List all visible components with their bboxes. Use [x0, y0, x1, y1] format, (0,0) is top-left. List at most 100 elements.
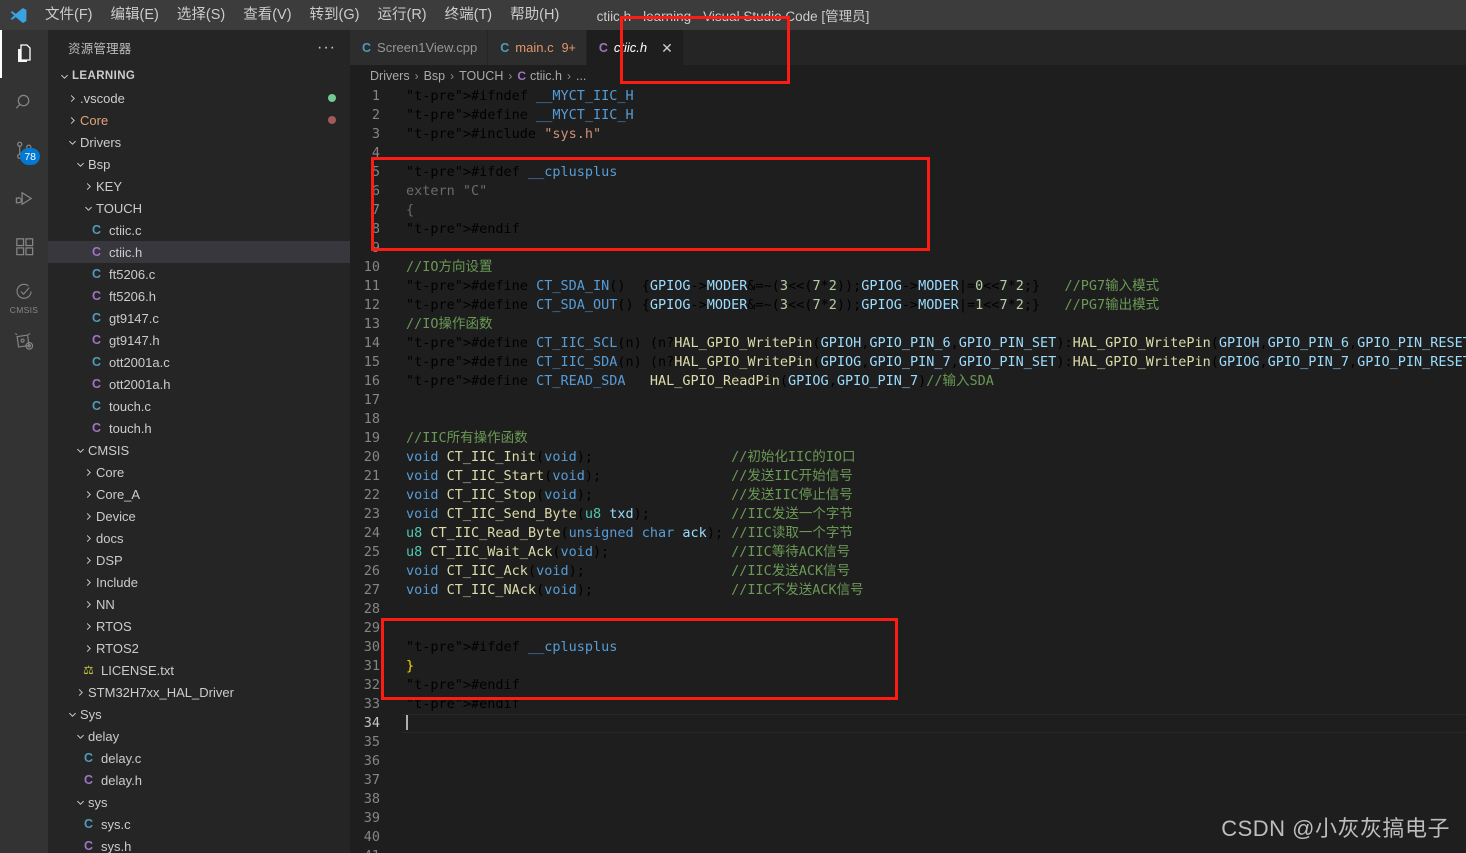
chevron-right-icon[interactable] [80, 621, 96, 632]
code-line[interactable]: //IO方向设置 [406, 258, 1466, 277]
tree-item-bsp[interactable]: Bsp [48, 153, 350, 175]
code-line[interactable]: "t-pre">#endif [406, 676, 1466, 695]
tree-item--vscode[interactable]: .vscode [48, 87, 350, 109]
tree-item-touch[interactable]: TOUCH [48, 197, 350, 219]
tree-item-core[interactable]: Core [48, 109, 350, 131]
tree-item-ctiic-h[interactable]: Cctiic.h [48, 241, 350, 263]
chevron-down-icon[interactable] [72, 797, 88, 808]
tree-item-cmsis[interactable]: CMSIS [48, 439, 350, 461]
code-line[interactable] [406, 410, 1466, 429]
chevron-right-icon[interactable] [72, 687, 88, 698]
breadcrumb-item[interactable]: TOUCH [459, 69, 503, 83]
tree-item-touch-c[interactable]: Ctouch.c [48, 395, 350, 417]
chevron-right-icon[interactable] [80, 555, 96, 566]
editor-scrollbar[interactable] [1452, 87, 1466, 853]
code-line[interactable] [406, 391, 1466, 410]
code-line[interactable] [406, 619, 1466, 638]
chevron-down-icon[interactable] [64, 709, 80, 720]
tree-item-license-txt[interactable]: ⚖LICENSE.txt [48, 659, 350, 681]
breadcrumb-item[interactable]: ... [576, 69, 586, 83]
chevron-right-icon[interactable] [80, 599, 96, 610]
tree-item-sys-c[interactable]: Csys.c [48, 813, 350, 835]
editor-tab-main-c[interactable]: Cmain.c9+ [488, 30, 587, 65]
code-line[interactable]: "t-pre">#ifdef __cplusplus [406, 163, 1466, 182]
code-line[interactable]: "t-pre">#define CT_IIC_SDA(n) (n?HAL_GPI… [406, 353, 1466, 372]
tree-item-ft5206-h[interactable]: Cft5206.h [48, 285, 350, 307]
tree-item-rtos2[interactable]: RTOS2 [48, 637, 350, 659]
code-line[interactable]: } [406, 657, 1466, 676]
code-line[interactable]: "t-pre">#endif [406, 220, 1466, 239]
tree-item-gt9147-h[interactable]: Cgt9147.h [48, 329, 350, 351]
tree-item-delay[interactable]: delay [48, 725, 350, 747]
tree-item-stm32h7xx-hal-driver[interactable]: STM32H7xx_HAL_Driver [48, 681, 350, 703]
code-line[interactable]: "t-pre">#define __MYCT_IIC_H [406, 106, 1466, 125]
tree-item-device[interactable]: Device [48, 505, 350, 527]
cmsis-icon[interactable]: CMSIS [0, 270, 48, 318]
tree-item-dsp[interactable]: DSP [48, 549, 350, 571]
tree-item-sys-h[interactable]: Csys.h [48, 835, 350, 853]
tree-item-drivers[interactable]: Drivers [48, 131, 350, 153]
code-line[interactable]: "t-pre">#define CT_READ_SDA HAL_GPIO_Rea… [406, 372, 1466, 391]
chevron-down-icon[interactable] [64, 137, 80, 148]
search-icon[interactable] [0, 78, 48, 126]
code-line[interactable]: void CT_IIC_Start(void); //发送IIC开始信号 [406, 467, 1466, 486]
code-line[interactable]: "t-pre">#define CT_SDA_IN() {GPIOG->MODE… [406, 277, 1466, 296]
tree-item-key[interactable]: KEY [48, 175, 350, 197]
tree-item-ott2001a-c[interactable]: Cott2001a.c [48, 351, 350, 373]
menu-terminal[interactable]: 终端(T) [436, 0, 502, 30]
code-line[interactable]: u8 CT_IIC_Wait_Ack(void); //IIC等待ACK信号 [406, 543, 1466, 562]
chevron-down-icon[interactable] [72, 731, 88, 742]
menu-file[interactable]: 文件(F) [36, 0, 102, 30]
code-line[interactable]: "t-pre">#endif [406, 695, 1466, 714]
tree-item-delay-c[interactable]: Cdelay.c [48, 747, 350, 769]
code-line[interactable]: "t-pre">#define CT_SDA_OUT() {GPIOG->MOD… [406, 296, 1466, 315]
menu-run[interactable]: 运行(R) [368, 0, 435, 30]
menu-view[interactable]: 查看(V) [234, 0, 300, 30]
chevron-right-icon[interactable] [80, 489, 96, 500]
code-line[interactable]: void CT_IIC_Ack(void); //IIC发送ACK信号 [406, 562, 1466, 581]
sidebar-more-actions-icon[interactable]: ··· [311, 39, 342, 57]
menu-go[interactable]: 转到(G) [301, 0, 369, 30]
tree-item-ott2001a-h[interactable]: Cott2001a.h [48, 373, 350, 395]
editor-tab-screen1view-cpp[interactable]: CScreen1View.cpp [350, 30, 488, 65]
chevron-right-icon[interactable] [80, 181, 96, 192]
chevron-down-icon[interactable] [72, 445, 88, 456]
code-line[interactable] [406, 847, 1466, 853]
code-line[interactable] [406, 790, 1466, 809]
tree-item-gt9147-c[interactable]: Cgt9147.c [48, 307, 350, 329]
code-editor[interactable]: 1234567891011121314151617181920212223242… [350, 87, 1466, 853]
code-line[interactable]: { [406, 201, 1466, 220]
code-line[interactable]: //IIC所有操作函数 [406, 429, 1466, 448]
tree-item-core-a[interactable]: Core_A [48, 483, 350, 505]
tree-item-learning[interactable]: LEARNING [48, 65, 350, 87]
chevron-down-icon[interactable] [56, 71, 72, 82]
menu-selection[interactable]: 选择(S) [168, 0, 234, 30]
chevron-down-icon[interactable] [72, 159, 88, 170]
code-line[interactable] [406, 600, 1466, 619]
code-line[interactable]: extern "C" [406, 182, 1466, 201]
tree-item-ft5206-c[interactable]: Cft5206.c [48, 263, 350, 285]
tree-item-rtos[interactable]: RTOS [48, 615, 350, 637]
code-line[interactable]: //IO操作函数 [406, 315, 1466, 334]
code-line[interactable]: void CT_IIC_Send_Byte(u8 txd); //IIC发送一个… [406, 505, 1466, 524]
code-line[interactable] [406, 771, 1466, 790]
embedded-chip-icon[interactable] [0, 318, 48, 366]
code-line[interactable]: "t-pre">#ifdef __cplusplus [406, 638, 1466, 657]
menu-edit[interactable]: 编辑(E) [102, 0, 168, 30]
tree-item-sys[interactable]: Sys [48, 703, 350, 725]
code-content[interactable]: "t-pre">#ifndef __MYCT_IIC_H"t-pre">#def… [402, 87, 1466, 853]
extensions-icon[interactable] [0, 222, 48, 270]
breadcrumb-item[interactable]: Bsp [424, 69, 446, 83]
tree-item-ctiic-c[interactable]: Cctiic.c [48, 219, 350, 241]
code-line[interactable] [406, 144, 1466, 163]
chevron-right-icon[interactable] [80, 533, 96, 544]
code-line[interactable] [406, 714, 1466, 733]
chevron-down-icon[interactable] [80, 203, 96, 214]
editor-tab-ctiic-h[interactable]: Cctiic.h✕ [587, 30, 684, 65]
menu-help[interactable]: 帮助(H) [501, 0, 568, 30]
breadcrumb-item[interactable]: ctiic.h [530, 69, 562, 83]
chevron-right-icon[interactable] [80, 511, 96, 522]
code-line[interactable] [406, 752, 1466, 771]
tree-item-sys[interactable]: sys [48, 791, 350, 813]
tree-item-touch-h[interactable]: Ctouch.h [48, 417, 350, 439]
